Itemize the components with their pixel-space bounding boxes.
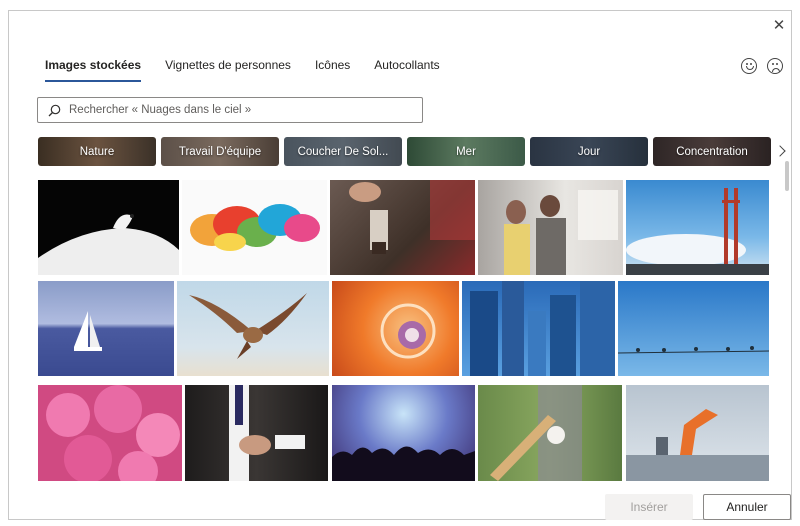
swan-image[interactable] (38, 180, 179, 275)
search-icon (48, 104, 61, 116)
search-box[interactable] (37, 97, 423, 123)
cancel-button[interactable]: Annuler (703, 494, 791, 520)
baseball-bat-image[interactable] (478, 385, 622, 481)
category-jour[interactable]: Jour (530, 137, 648, 166)
chevron-right-icon (774, 145, 786, 157)
flying-bird-image[interactable] (177, 281, 329, 376)
search-input[interactable] (67, 103, 422, 117)
stock-images-dialog: ✕ Images stockées Vignettes de personnes… (8, 10, 792, 520)
nautilus-shell-image[interactable] (332, 281, 459, 376)
sailboat-image[interactable] (38, 281, 174, 376)
footer-buttons: Insérer Annuler (605, 494, 791, 520)
tab-icones[interactable]: Icônes (315, 58, 350, 82)
tab-bar: Images stockées Vignettes de personnes I… (45, 58, 440, 82)
concert-crowd-image[interactable] (332, 385, 475, 481)
insert-button[interactable]: Insérer (605, 494, 693, 520)
robot-factory-image[interactable] (626, 385, 769, 481)
next-categories-button[interactable] (773, 142, 787, 160)
category-travail-d-equipe[interactable]: Travail D'équipe (161, 137, 279, 166)
tab-vignettes-de-personnes[interactable]: Vignettes de personnes (165, 58, 291, 82)
pink-hydrangea-image[interactable] (38, 385, 182, 481)
category-mer[interactable]: Mer (407, 137, 525, 166)
tab-images-stockees[interactable]: Images stockées (45, 58, 142, 82)
tab-autocollants[interactable]: Autocollants (374, 58, 439, 82)
paintbrush-image[interactable] (330, 180, 475, 275)
businessman-cufflinks-image[interactable] (185, 385, 328, 481)
colored-smoke-image[interactable] (182, 180, 327, 275)
frown-icon[interactable] (767, 58, 783, 74)
close-button[interactable]: ✕ (769, 15, 789, 35)
category-coucher-de-soleil[interactable]: Coucher De Sol... (284, 137, 402, 166)
birds-on-wire-image[interactable] (618, 281, 769, 376)
scrollbar[interactable] (785, 161, 789, 191)
feedback-buttons (741, 58, 783, 74)
close-icon: ✕ (772, 17, 786, 34)
category-concentration[interactable]: Concentration (653, 137, 771, 166)
smile-icon[interactable] (741, 58, 757, 74)
city-buildings-image[interactable] (462, 281, 615, 376)
golden-gate-bridge-image[interactable] (626, 180, 769, 275)
category-nature[interactable]: Nature (38, 137, 156, 166)
category-strip: Nature Travail D'équipe Coucher De Sol..… (38, 137, 778, 166)
team-whiteboard-image[interactable] (478, 180, 623, 275)
